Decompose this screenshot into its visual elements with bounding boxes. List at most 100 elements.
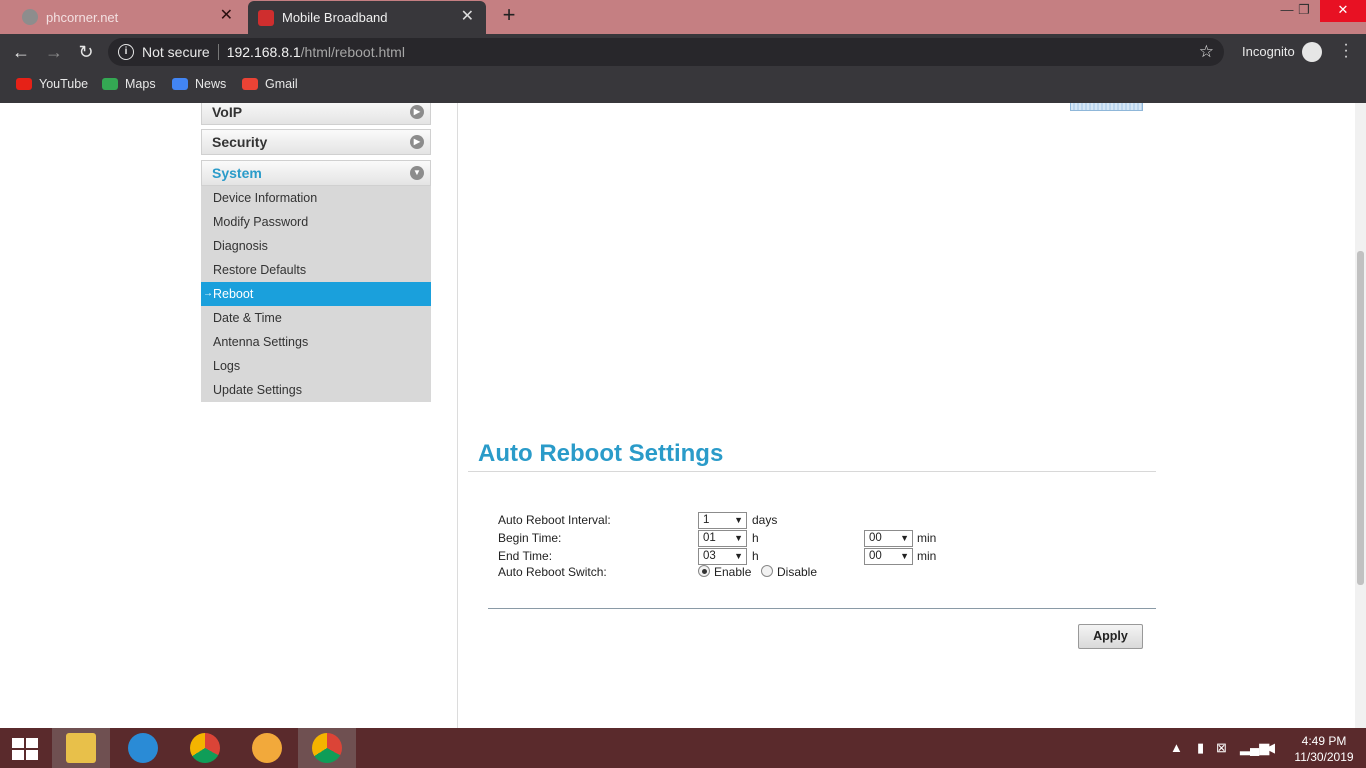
- sidebar-item-date-time[interactable]: Date & Time: [201, 306, 431, 330]
- maps-icon: [102, 78, 118, 90]
- youtube-icon: [16, 78, 32, 90]
- scrollbar-thumb[interactable]: [1357, 251, 1364, 585]
- dropdown-caret-icon: ▼: [900, 533, 909, 543]
- end-time-label: End Time:: [498, 549, 553, 563]
- min-unit: min: [917, 531, 937, 545]
- address-bar[interactable]: i Not secure 192.168.8.1/html/reboot.htm…: [108, 38, 1224, 66]
- hour-unit: h: [752, 531, 759, 545]
- tab-phcorner[interactable]: phcorner.net ✕: [0, 0, 245, 34]
- news-icon: [172, 78, 188, 90]
- hour-unit: h: [752, 549, 759, 563]
- chevron-right-icon: ▶: [410, 105, 424, 119]
- tab-title: Mobile Broadband: [282, 10, 388, 25]
- disable-label: Disable: [777, 565, 818, 579]
- sidebar-item-reboot[interactable]: → Reboot: [201, 282, 431, 306]
- dropdown-caret-icon: ▼: [734, 551, 743, 561]
- tray-expand-icon[interactable]: ▲: [1170, 740, 1183, 755]
- begin-hour-select[interactable]: 01 ▼: [698, 530, 747, 547]
- dropdown-caret-icon: ▼: [734, 515, 743, 525]
- header-widget: [1070, 103, 1143, 111]
- browser-toolbar: ← → ↻ i Not secure 192.168.8.1/html/rebo…: [0, 34, 1366, 70]
- sidebar-item-modify-password[interactable]: Modify Password: [201, 210, 431, 234]
- sidebar-item-diagnosis[interactable]: Diagnosis: [201, 234, 431, 258]
- chrome-logo-icon: [312, 733, 342, 763]
- end-min-select[interactable]: 00 ▼: [864, 548, 913, 565]
- sidebar-section-voip[interactable]: VoIP ▶: [201, 103, 431, 125]
- new-tab-button[interactable]: +: [498, 4, 520, 27]
- shareit-icon[interactable]: [114, 728, 172, 768]
- title-divider: [468, 471, 1156, 472]
- tab-title: phcorner.net: [46, 9, 119, 25]
- chrome-incognito-icon[interactable]: [298, 728, 356, 768]
- kebab-menu-icon[interactable]: · · ·: [1340, 37, 1352, 65]
- chrome-icon[interactable]: [176, 728, 234, 768]
- sidebar-section-security[interactable]: Security ▶: [201, 129, 431, 155]
- select-value: 00: [869, 550, 882, 562]
- select-value: 03: [703, 550, 716, 562]
- select-value: 01: [703, 532, 716, 544]
- incognito-icon[interactable]: [1302, 42, 1322, 62]
- bookmark-maps[interactable]: Maps: [102, 77, 156, 91]
- security-status: Not secure: [142, 44, 210, 60]
- begin-min-select[interactable]: 00 ▼: [864, 530, 913, 547]
- clock-date: 11/30/2019: [1294, 750, 1354, 764]
- file-explorer-icon[interactable]: [52, 728, 110, 768]
- sidebar-item-update-settings[interactable]: Update Settings: [201, 378, 431, 402]
- bookmark-label: Gmail: [265, 77, 298, 91]
- chevron-right-icon: ▶: [410, 135, 424, 149]
- network-icon[interactable]: ⊠: [1216, 740, 1227, 756]
- volume-icon[interactable]: ◀: [1265, 740, 1275, 756]
- bookmark-label: YouTube: [39, 77, 89, 91]
- forward-arrow-icon[interactable]: →: [44, 42, 64, 62]
- tab-mobile-broadband[interactable]: Mobile Broadband ✕: [248, 1, 486, 34]
- system-clock[interactable]: 4:49 PM 11/30/2019: [1294, 733, 1354, 765]
- battery-icon[interactable]: ▮: [1197, 740, 1204, 756]
- select-value: 00: [869, 532, 882, 544]
- sidebar-item-logs[interactable]: Logs: [201, 354, 431, 378]
- close-tab-icon[interactable]: ✕: [461, 9, 474, 25]
- profile-label: Incognito: [1242, 44, 1295, 59]
- dropdown-caret-icon: ▼: [734, 533, 743, 543]
- apply-button[interactable]: Apply: [1078, 624, 1143, 649]
- section-label: VoIP: [212, 104, 243, 120]
- tab-strip: phcorner.net ✕ Mobile Broadband ✕ + — ❐ …: [0, 0, 1366, 34]
- begin-time-label: Begin Time:: [498, 531, 562, 545]
- huawei-logo-icon: [258, 9, 274, 26]
- bookmark-youtube[interactable]: YouTube: [16, 77, 88, 91]
- folder-icon: [66, 733, 96, 763]
- form-divider: [488, 608, 1156, 609]
- clock-time: 4:49 PM: [1301, 734, 1347, 748]
- page-title: Auto Reboot Settings: [478, 440, 724, 467]
- dropdown-caret-icon: ▼: [900, 551, 909, 561]
- sidebar-item-restore-defaults[interactable]: Restore Defaults: [201, 258, 431, 282]
- bookmark-label: News: [195, 77, 227, 91]
- page-content: VoIP ▶ Security ▶ System ▼ Device Inform…: [0, 103, 1366, 728]
- star-icon[interactable]: ☆: [1199, 42, 1214, 62]
- sidebar-section-system[interactable]: System ▼: [201, 160, 431, 186]
- bookmark-label: Maps: [125, 77, 156, 91]
- column-divider: [457, 103, 458, 728]
- bookmark-news[interactable]: News: [172, 77, 226, 91]
- window-close-icon[interactable]: ✕: [1320, 0, 1366, 22]
- interval-label: Auto Reboot Interval:: [498, 513, 611, 527]
- end-hour-select[interactable]: 03 ▼: [698, 548, 747, 565]
- sidebar-item-device-information[interactable]: Device Information: [201, 186, 431, 210]
- back-arrow-icon[interactable]: ←: [11, 42, 31, 62]
- info-icon[interactable]: i: [118, 44, 134, 60]
- bookmarks-bar: YouTube Maps News Gmail: [0, 70, 1366, 103]
- select-value: 1: [703, 514, 710, 526]
- windows-start-icon[interactable]: [12, 738, 38, 760]
- close-tab-icon[interactable]: ✕: [220, 8, 233, 24]
- switch-label: Auto Reboot Switch:: [498, 565, 607, 579]
- divider: [217, 44, 219, 60]
- url-path: /html/reboot.html: [300, 44, 405, 60]
- section-label: Security: [212, 134, 268, 150]
- disable-radio[interactable]: [761, 565, 773, 577]
- enable-radio[interactable]: [698, 565, 710, 577]
- interval-select[interactable]: 1 ▼: [698, 512, 747, 529]
- vpn-app-icon[interactable]: [238, 728, 296, 768]
- reload-icon[interactable]: ↻: [76, 42, 96, 62]
- bookmark-gmail[interactable]: Gmail: [242, 77, 298, 91]
- sidebar-item-antenna-settings[interactable]: Antenna Settings: [201, 330, 431, 354]
- chevron-down-icon: ▼: [410, 166, 424, 180]
